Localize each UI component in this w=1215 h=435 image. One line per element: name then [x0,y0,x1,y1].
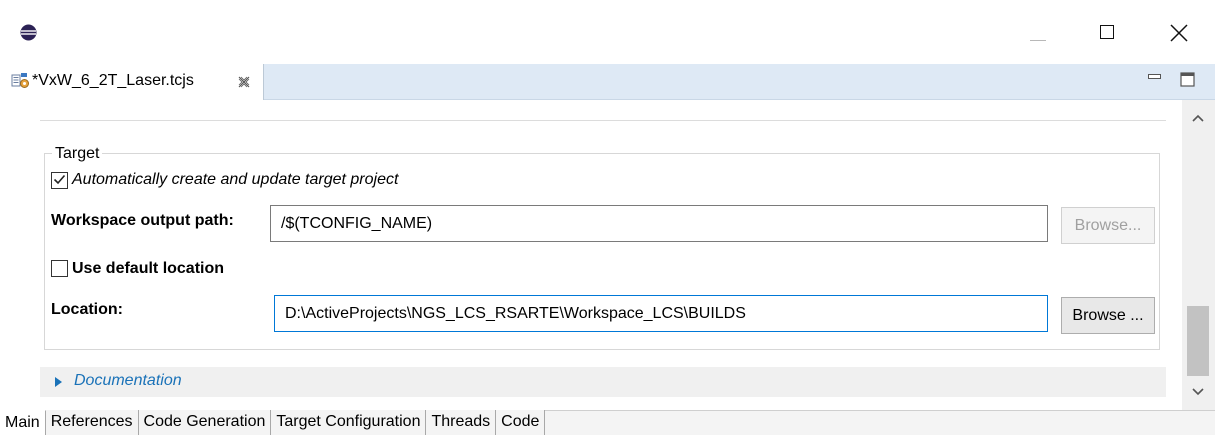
bottom-tabs: Main References Code Generation Target C… [0,410,546,435]
expand-arrow-icon[interactable] [54,376,63,388]
use-default-location-checkbox[interactable] [51,260,68,277]
documentation-section[interactable] [40,367,1166,397]
tab-threads[interactable]: Threads [426,410,497,435]
scroll-up-icon[interactable] [1190,112,1206,124]
tab-code[interactable]: Code [496,410,546,435]
location-label: Location: [51,301,123,318]
tcjs-file-icon [11,73,29,88]
checkmark-icon [53,174,66,185]
scrollbar-thumb[interactable] [1187,306,1209,376]
workspace-output-path-label: Workspace output path: [51,212,234,229]
use-default-location-label: Use default location [72,260,225,277]
workspace-output-path-input[interactable] [270,205,1048,242]
browse-location-button[interactable]: Browse ... [1061,297,1155,334]
view-minimize-icon[interactable] [1148,74,1161,82]
tab-target-configuration[interactable]: Target Configuration [271,410,427,435]
tab-main[interactable]: Main [0,410,46,435]
close-tab-icon[interactable] [238,76,250,88]
documentation-link[interactable]: Documentation [74,372,182,390]
eclipse-icon [20,24,37,41]
target-group-legend: Target [52,145,103,163]
section-divider [40,120,1166,121]
auto-create-label: Automatically create and update target p… [72,171,399,188]
close-icon[interactable] [1170,24,1188,42]
maximize-icon[interactable] [1100,25,1114,39]
tab-references[interactable]: References [45,410,139,435]
minimize-icon[interactable] [1030,40,1046,41]
window-title-bar [0,0,1215,64]
scroll-down-icon[interactable] [1190,386,1206,398]
tab-code-generation[interactable]: Code Generation [138,410,272,435]
browse-workspace-button[interactable]: Browse... [1061,207,1155,244]
view-maximize-icon[interactable] [1180,72,1195,87]
editor-tab-label: *VxW_6_2T_Laser.tcjs [32,72,194,89]
location-input[interactable] [274,295,1048,332]
